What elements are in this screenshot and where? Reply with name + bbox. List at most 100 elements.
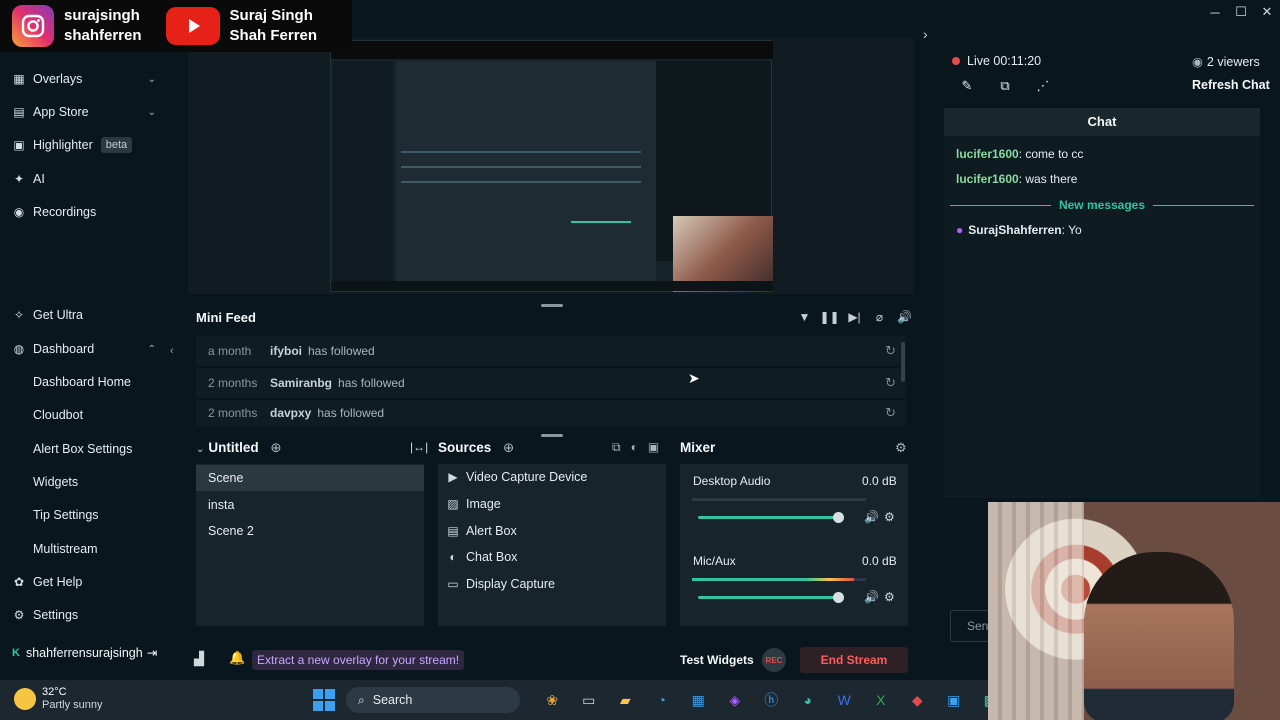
ultra-icon: ✧ [13,308,25,322]
layers-icon[interactable]: ⧉ [612,440,621,455]
chevron-down-icon[interactable]: ⌄ [196,444,204,455]
collapse-sidebar-icon[interactable]: ‹ [170,345,174,357]
sidebar-item-label: Highlighter [33,138,93,152]
edit-icon[interactable]: ✎ [948,78,986,94]
sidebar-sub-alert-box-settings[interactable]: Alert Box Settings [33,442,132,456]
chevron-right-icon[interactable]: › [923,26,928,42]
scene-collection-name[interactable]: Untitled [208,440,258,455]
youtube-handle: Suraj Singh Shah Ferren [165,6,317,46]
store-icon: ▤ [13,105,25,119]
chrome-icon[interactable]: ◕ [790,688,827,712]
sidebar-item-recordings[interactable]: ◉ Recordings [12,205,162,219]
scenes-header: ⌄ Untitled ⊕ [196,440,282,456]
volume-icon[interactable]: 🔊 [892,310,917,324]
replay-icon[interactable]: ↻ [885,375,896,391]
chevron-down-icon: ⌄ [147,73,156,85]
sidebar-sub-multistream[interactable]: Multistream [33,542,98,556]
chat-text: : was there [1018,172,1078,186]
folder-icon[interactable]: ▣ [648,440,659,455]
sidebar-sub-tip-settings[interactable]: Tip Settings [33,508,99,522]
copy-icon[interactable]: ⧉ [986,78,1024,94]
stats-icon[interactable]: ▟ [194,651,204,667]
volume-slider[interactable] [698,512,845,523]
record-button[interactable]: REC [762,648,786,672]
account-footer[interactable]: K shahferrensurajsingh ⇥ [12,645,157,661]
sidebar-sub-widgets[interactable]: Widgets [33,475,78,489]
weather-widget[interactable]: 32°C Partly sunny [14,686,103,712]
source-item[interactable]: ▭ Display Capture [446,577,555,591]
replay-icon[interactable]: ↻ [885,343,896,359]
replay-icon[interactable]: ↻ [885,405,896,421]
feed-age: a month [208,344,252,358]
close-icon[interactable]: ✕ [1254,0,1280,24]
sidebar-sub-cloudbot[interactable]: Cloudbot [33,408,83,422]
source-item[interactable]: ▤ Alert Box [446,524,516,538]
instagram-icon [12,5,54,47]
sidebar-item-get-help[interactable]: ✿ Get Help [12,575,162,589]
volume-slider[interactable] [698,592,845,603]
speaker-icon[interactable]: 🔊 [864,590,879,604]
scene-item[interactable]: Scene 2 [196,518,424,544]
resize-handle[interactable] [541,434,563,437]
filter-icon[interactable]: ▼ [792,310,817,324]
mixer-settings-icon[interactable]: ⚙ [895,440,907,456]
speaker-icon[interactable]: 🔊 [864,510,879,524]
widgets-icon[interactable]: ❀ [534,688,571,712]
pause-icon[interactable]: ❚❚ [817,310,842,324]
promo-link[interactable]: Extract a new overlay for your stream! [252,650,465,670]
sidebar-item-settings[interactable]: ⚙ Settings [12,608,162,622]
new-messages-divider: New messages [950,198,1254,212]
sidebar-sub-dashboard-home[interactable]: Dashboard Home [33,375,131,389]
sidebar-item-dashboard[interactable]: ◍ Dashboard ⌃ [12,342,162,356]
sidebar-item-overlays[interactable]: ▦ Overlays ⌄ [12,72,162,86]
hp-icon[interactable]: ⓗ [753,688,790,712]
minimize-icon[interactable]: ─ [1202,0,1228,24]
transform-icon[interactable]: ◐ [631,440,638,455]
studio-mode-icon[interactable]: |↔| [410,440,428,454]
share-icon[interactable]: ⋰ [1024,78,1062,94]
mute-alerts-icon[interactable]: ⌀ [867,310,892,324]
sidebar-item-label: App Store [33,105,89,119]
notification-icon[interactable]: 🔔 [229,650,245,666]
sidebar-item-get-ultra[interactable]: ✧ Get Ultra [12,308,162,322]
excel-icon[interactable]: X [863,688,900,712]
mini-feed-title: Mini Feed [196,310,256,325]
instagram-line1: surajsingh [64,7,140,24]
windows-start-icon[interactable] [313,689,335,711]
file-explorer-icon[interactable]: ▰ [607,688,644,712]
sources-header: Sources ⊕ [438,440,514,456]
sidebar-item-ai[interactable]: ✦ AI [12,172,162,186]
pdf-icon[interactable]: ◆ [899,688,936,712]
app-icon[interactable]: ▣ [936,688,973,712]
channel-settings-icon[interactable]: ⚙ [884,510,895,524]
add-source-icon[interactable]: ⊕ [503,440,514,455]
source-item[interactable]: ◐ Chat Box [446,550,517,564]
sidebar-item-label: Recordings [33,205,97,219]
channel-settings-icon[interactable]: ⚙ [884,590,895,604]
refresh-chat-button[interactable]: Refresh Chat [1192,78,1270,92]
edge-icon[interactable]: ◔ [644,688,681,712]
source-item[interactable]: ▨ Image [446,497,500,511]
add-scene-icon[interactable]: ⊕ [270,440,281,455]
resize-handle[interactable] [541,304,563,307]
test-widgets-button[interactable]: Test Widgets [680,653,754,667]
task-view-icon[interactable]: ▭ [571,688,608,712]
maximize-icon[interactable]: ☐ [1228,0,1254,24]
scene-item[interactable]: insta [196,492,424,518]
source-item[interactable]: ▶ Video Capture Device [446,470,587,484]
logout-icon[interactable]: ⇥ [147,645,157,660]
scene-item[interactable]: Scene [196,465,424,491]
source-label: Chat Box [466,550,518,564]
sidebar-item-highlighter[interactable]: ▣ Highlighter beta [12,137,162,153]
taskbar-search[interactable]: ⌕ Search [346,687,520,713]
skip-icon[interactable]: ▶| [842,310,867,324]
sidebar-item-app-store[interactable]: ▤ App Store ⌄ [12,105,162,119]
word-icon[interactable]: W [826,688,863,712]
overlays-icon: ▦ [13,72,25,86]
store-app-icon[interactable]: ▦ [680,688,717,712]
mini-feed-tools: ▼ ❚❚ ▶| ⌀ 🔊 [792,310,917,324]
feed-scrollbar[interactable] [901,342,905,382]
end-stream-button[interactable]: End Stream [800,647,908,673]
chat-user: lucifer1600 [956,172,1019,186]
copilot-icon[interactable]: ◈ [717,688,754,712]
